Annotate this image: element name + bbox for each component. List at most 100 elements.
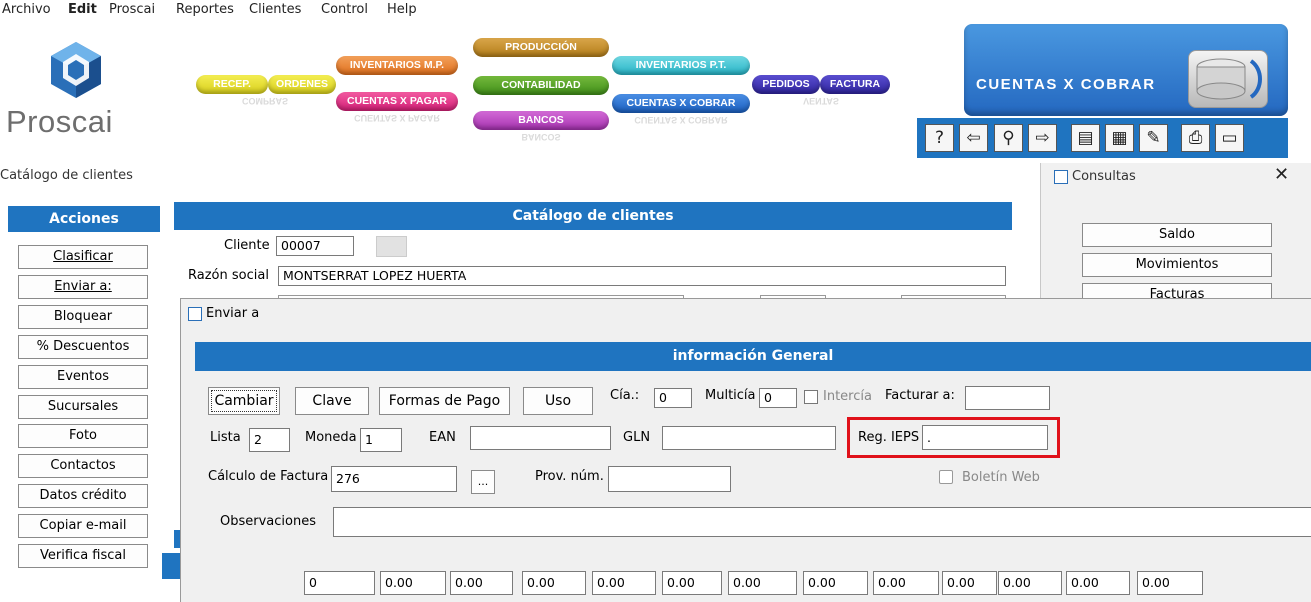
moneda-field[interactable]: 1: [360, 428, 402, 452]
cliente-field[interactable]: 00007: [276, 236, 354, 256]
facturar-label: Facturar a:: [885, 388, 955, 403]
cliente-lookup-button[interactable]: [376, 236, 407, 257]
amount-field-4[interactable]: 0.00: [522, 571, 586, 595]
multicia-label: Multicía: [705, 388, 756, 403]
arrow-right-icon[interactable]: ⇨: [1028, 124, 1057, 152]
consulta-facturas-button[interactable]: Facturas: [1082, 283, 1272, 299]
menu-clientes[interactable]: Clientes: [249, 2, 301, 17]
boletin-web-label: Boletín Web: [962, 470, 1040, 485]
consulta-movimientos-button[interactable]: Movimientos: [1082, 253, 1272, 277]
gln-field[interactable]: [662, 426, 836, 450]
lista-field[interactable]: 2: [249, 428, 290, 452]
menu-control[interactable]: Control: [321, 2, 368, 17]
action-contactos-button[interactable]: Contactos: [18, 454, 148, 478]
intercia-label: Intercía: [823, 389, 872, 404]
toolbar: ? ⇦ ⚲ ⇨ ▤ ▦ ✎ ⎙ ▭: [917, 118, 1288, 158]
cambiar-button[interactable]: Cambiar: [208, 387, 280, 415]
calculo-factura-field[interactable]: 276: [331, 466, 457, 492]
module-factura[interactable]: FACTURA: [820, 75, 890, 94]
arrow-left-icon[interactable]: ⇦: [959, 124, 988, 152]
uso-button[interactable]: Uso: [523, 387, 593, 415]
gln-label: GLN: [623, 430, 651, 445]
module-cuentas-pagar-reflection: CUENTAS X PAGAR: [354, 113, 440, 123]
highlight-box: [847, 417, 1060, 458]
module-cuentas-pagar[interactable]: CUENTAS X PAGAR: [336, 92, 458, 111]
intercia-checkbox[interactable]: [804, 390, 818, 404]
consulta-saldo-button[interactable]: Saldo: [1082, 223, 1272, 247]
formas-pago-button[interactable]: Formas de Pago: [379, 387, 510, 415]
module-cuentas-cobrar-pill[interactable]: CUENTAS X COBRAR: [612, 94, 750, 113]
action-foto-button[interactable]: Foto: [18, 424, 148, 448]
module-cuentas-cobrar-reflection: CUENTAS X COBRAR: [634, 115, 728, 125]
module-contabilidad[interactable]: CONTABILIDAD: [473, 76, 609, 95]
boletin-web-checkbox[interactable]: [939, 470, 953, 484]
action-enviar-button[interactable]: Enviar a:: [18, 275, 148, 299]
action-sucursales-button[interactable]: Sucursales: [18, 395, 148, 419]
prov-num-field[interactable]: [608, 466, 731, 492]
module-pedidos[interactable]: PEDIDOS: [752, 75, 820, 94]
panel-edge: [162, 553, 180, 579]
action-verifica-fiscal-button[interactable]: Verifica fiscal: [18, 544, 148, 568]
action-clasificar-button[interactable]: Clasificar: [18, 245, 148, 269]
coins-icon: [1188, 50, 1268, 108]
action-eventos-button[interactable]: Eventos: [18, 365, 148, 389]
actions-header: Acciones: [8, 206, 160, 232]
amount-field-5[interactable]: 0.00: [592, 571, 656, 595]
clave-button[interactable]: Clave: [295, 387, 369, 415]
module-inventarios-pt[interactable]: INVENTARIOS P.T.: [612, 56, 750, 75]
menu-archivo[interactable]: Archivo: [2, 2, 51, 17]
consultas-title: Consultas: [1072, 169, 1136, 184]
module-bancos[interactable]: BANCOS: [473, 111, 609, 130]
amount-field-12[interactable]: 0.00: [1066, 571, 1130, 595]
amount-field-10[interactable]: 0.00: [942, 571, 997, 595]
module-recep[interactable]: RECEP.: [196, 75, 268, 94]
amount-field-2[interactable]: 0.00: [380, 571, 446, 595]
observaciones-label: Observaciones: [220, 514, 316, 529]
amount-field-9[interactable]: 0.00: [873, 571, 939, 595]
menu-help[interactable]: Help: [387, 2, 417, 17]
amount-field-8[interactable]: 0.00: [803, 571, 868, 595]
lista-label: Lista: [210, 430, 241, 445]
facturar-field[interactable]: [965, 386, 1050, 410]
current-module-label: CUENTAS X COBRAR: [976, 76, 1156, 93]
module-bancos-reflection: BANCOS: [521, 132, 561, 142]
action-bloquear-button[interactable]: Bloquear: [18, 305, 148, 329]
module-produccion[interactable]: PRODUCCIÓN: [473, 38, 609, 57]
cliente-label: Cliente: [224, 238, 270, 253]
moneda-label: Moneda: [305, 430, 357, 445]
module-inventarios-mp[interactable]: INVENTARIOS M.P.: [336, 56, 458, 75]
amount-field-11[interactable]: 0.00: [998, 571, 1062, 595]
amount-field-6[interactable]: 0.00: [662, 571, 722, 595]
help-icon[interactable]: ?: [925, 124, 954, 152]
action-copiar-email-button[interactable]: Copiar e-mail: [18, 514, 148, 538]
close-icon[interactable]: ✕: [1274, 164, 1289, 185]
cia-field[interactable]: 0: [654, 388, 692, 408]
menu-edit[interactable]: Edit: [68, 2, 97, 17]
search-icon[interactable]: ⚲: [994, 124, 1023, 152]
list-icon[interactable]: ▤: [1071, 124, 1100, 152]
razon-social-field[interactable]: MONTSERRAT LOPEZ HUERTA: [278, 266, 1006, 286]
multicia-field[interactable]: 0: [759, 388, 797, 408]
print-icon[interactable]: ⎙: [1181, 124, 1210, 152]
amount-field-1[interactable]: 0: [304, 571, 375, 595]
amount-field-3[interactable]: 0.00: [450, 571, 513, 595]
dialog-title: Enviar a: [206, 306, 260, 321]
prov-num-label: Prov. núm.: [535, 469, 604, 484]
ean-field[interactable]: [470, 426, 611, 450]
pencil-icon[interactable]: ✎: [1139, 124, 1168, 152]
window-icon[interactable]: ▭: [1215, 124, 1244, 152]
amount-field-7[interactable]: 0.00: [728, 571, 797, 595]
cia-label: Cía.:: [610, 388, 640, 403]
calculo-lookup-button[interactable]: ...: [471, 470, 495, 494]
module-compras-reflection: COMPRAS: [241, 96, 288, 106]
brand-name: Proscai: [6, 104, 113, 139]
edit-doc-icon[interactable]: ▦: [1105, 124, 1134, 152]
action-datos-credito-button[interactable]: Datos crédito: [18, 484, 148, 508]
amount-field-13[interactable]: 0.00: [1137, 571, 1203, 595]
menu-bar: Archivo Edit Proscai Reportes Clientes C…: [0, 0, 1311, 20]
observaciones-field[interactable]: [333, 507, 1311, 537]
menu-proscai[interactable]: Proscai: [109, 2, 155, 17]
module-ordenes[interactable]: ORDENES: [268, 75, 336, 94]
action-descuentos-button[interactable]: % Descuentos: [18, 335, 148, 359]
menu-reportes[interactable]: Reportes: [176, 2, 234, 17]
